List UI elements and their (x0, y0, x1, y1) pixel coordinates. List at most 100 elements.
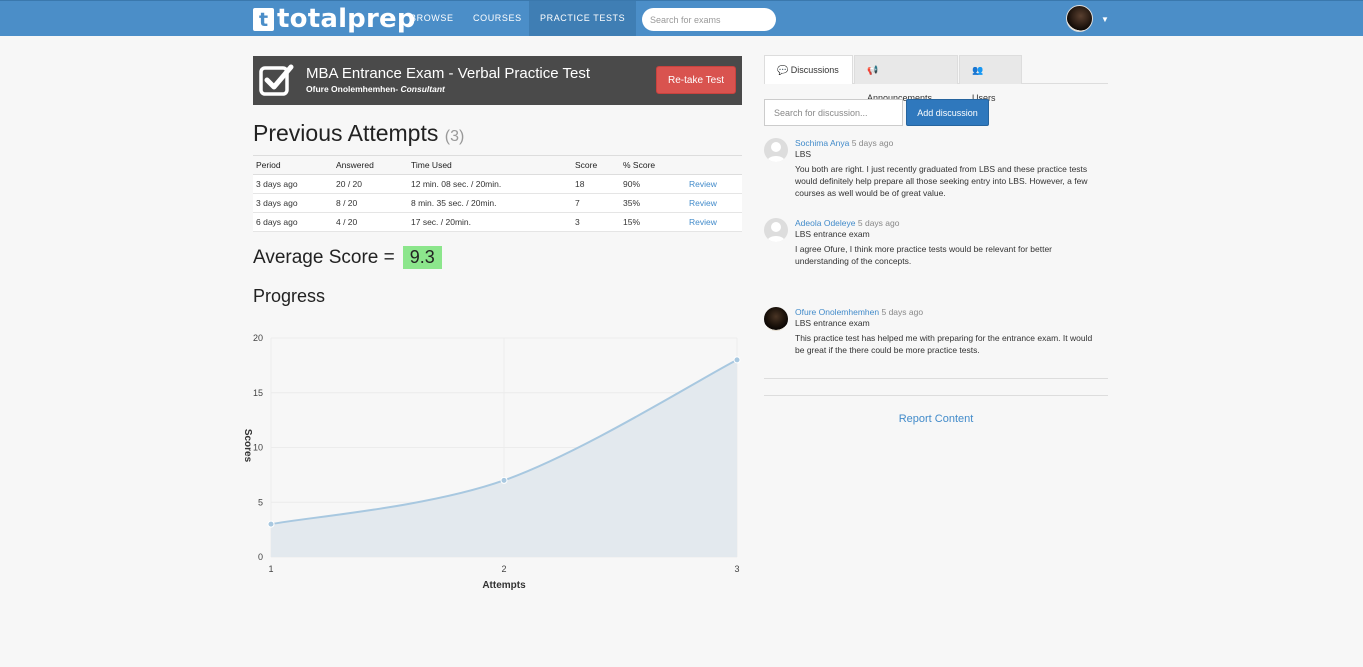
logo-icon: t (253, 8, 274, 31)
average-score: Average Score = 9.3 (253, 246, 442, 269)
post-subject[interactable]: LBS entrance exam (795, 229, 1101, 239)
divider (764, 395, 1108, 396)
progress-chart: 0 5 10 15 20 1 2 3 Attempts Scores (242, 333, 741, 591)
discussion-post: Adeola Odeleye 5 days ago LBS entrance e… (764, 218, 1108, 278)
comments-icon: 💬 (777, 65, 789, 75)
previous-attempts-title: Previous Attempts (3) (253, 120, 464, 147)
post-body: Adeola Odeleye 5 days ago LBS entrance e… (795, 218, 1101, 267)
post-body: Sochima Anya 5 days ago LBS You both are… (795, 138, 1101, 199)
tab-discussions[interactable]: 💬 Discussions (764, 55, 853, 84)
chevron-down-icon[interactable]: ▼ (1101, 15, 1109, 24)
logo-text: totalprep (277, 4, 416, 34)
cell-pct: 35% (620, 193, 686, 213)
post-subject[interactable]: LBS entrance exam (795, 318, 1101, 328)
checkbox-checked-icon (259, 64, 294, 96)
post-author[interactable]: Ofure Onolemhemhen (795, 307, 879, 317)
y-tick-label: 10 (253, 443, 263, 453)
divider (764, 378, 1108, 379)
cell-answered: 4 / 20 (333, 212, 408, 232)
attempts-table: Period Answered Time Used Score % Score … (253, 155, 742, 232)
cell-pct: 15% (620, 212, 686, 232)
col-actions (686, 155, 742, 175)
table-row: 6 days ago 4 / 20 17 sec. / 20min. 3 15%… (253, 212, 742, 232)
x-tick-label: 3 (734, 564, 739, 574)
col-pct-score: % Score (620, 155, 686, 175)
post-time: 5 days ago (851, 138, 894, 148)
x-tick-label: 2 (501, 564, 506, 574)
discussion-post: Ofure Onolemhemhen 5 days ago LBS entran… (764, 307, 1108, 367)
progress-title: Progress (253, 286, 326, 306)
avatar[interactable] (764, 307, 788, 331)
y-tick-label: 20 (253, 333, 263, 343)
data-point (500, 476, 508, 484)
cell-pct: 90% (620, 174, 686, 194)
cell-score: 18 (572, 174, 620, 194)
post-text: This practice test has helped me with pr… (795, 333, 1093, 355)
data-point (267, 520, 275, 528)
avatar[interactable] (764, 218, 788, 242)
report-content-link[interactable]: Report Content (764, 413, 1108, 425)
discussion-search-input[interactable] (764, 99, 903, 126)
cell-score: 3 (572, 212, 620, 232)
user-avatar[interactable] (1066, 5, 1093, 32)
x-axis-label: Attempts (482, 580, 526, 591)
cell-period: 3 days ago (253, 174, 333, 194)
add-discussion-button[interactable]: Add discussion (906, 99, 989, 126)
col-score: Score (572, 155, 620, 175)
user-placeholder-icon (767, 222, 785, 242)
col-answered: Answered (333, 155, 408, 175)
tab-announcements[interactable]: 📢 Announcements (854, 55, 958, 103)
cell-answered: 20 / 20 (333, 174, 408, 194)
cell-score: 7 (572, 193, 620, 213)
average-score-value: 9.3 (402, 246, 442, 269)
post-time: 5 days ago (857, 218, 900, 228)
cell-period: 6 days ago (253, 212, 333, 232)
avatar[interactable] (764, 138, 788, 162)
exam-author: Ofure Onolemhemhen (306, 84, 396, 94)
user-placeholder-icon (767, 142, 785, 162)
post-author[interactable]: Adeola Odeleye (795, 218, 856, 228)
exam-header: MBA Entrance Exam - Verbal Practice Test… (253, 56, 742, 105)
post-text: I agree Ofure, I think more practice tes… (795, 244, 1053, 266)
logo[interactable]: t totalprep (253, 4, 416, 34)
attempts-count: (3) (444, 128, 465, 145)
y-tick-label: 0 (258, 552, 263, 562)
exam-author-line: Ofure Onolemhemhen- Consultant (306, 84, 445, 94)
cell-time: 8 min. 35 sec. / 20min. (408, 193, 572, 213)
retake-test-button[interactable]: Re-take Test (656, 66, 736, 94)
exam-search-input[interactable] (642, 8, 776, 31)
post-subject[interactable]: LBS (795, 149, 1101, 159)
nav-courses[interactable]: COURSES (462, 1, 533, 36)
col-time-used: Time Used (408, 155, 572, 175)
nav-browse[interactable]: BROWSE (399, 1, 465, 36)
bullhorn-icon: 📢 (867, 65, 879, 75)
post-author[interactable]: Sochima Anya (795, 138, 849, 148)
users-icon: 👥 (972, 65, 984, 75)
y-tick-label: 15 (253, 388, 263, 398)
data-point (733, 356, 741, 364)
discussion-post: Sochima Anya 5 days ago LBS You both are… (764, 138, 1108, 208)
review-link[interactable]: Review (686, 174, 742, 194)
average-score-label: Average Score = (253, 246, 395, 268)
y-tick-label: 5 (258, 497, 263, 507)
y-axis-label: Scores (242, 429, 253, 463)
x-tick-label: 1 (268, 564, 273, 574)
discussion-tabs: 💬 Discussions 📢 Announcements 👥 Users (764, 55, 1108, 103)
table-row: 3 days ago 20 / 20 12 min. 08 sec. / 20m… (253, 174, 742, 194)
table-header-row: Period Answered Time Used Score % Score (253, 155, 742, 175)
post-text: You both are right. I just recently grad… (795, 164, 1088, 198)
top-navbar: t totalprep BROWSE COURSES PRACTICE TEST… (0, 0, 1363, 36)
tab-users[interactable]: 👥 Users (959, 55, 1022, 103)
exam-title: MBA Entrance Exam - Verbal Practice Test (306, 65, 591, 82)
review-link[interactable]: Review (686, 193, 742, 213)
post-time: 5 days ago (881, 307, 924, 317)
cell-time: 17 sec. / 20min. (408, 212, 572, 232)
review-link[interactable]: Review (686, 212, 742, 232)
cell-period: 3 days ago (253, 193, 333, 213)
tab-discussions-label: Discussions (790, 65, 839, 75)
cell-answered: 8 / 20 (333, 193, 408, 213)
nav-practice-tests[interactable]: PRACTICE TESTS (529, 1, 637, 36)
previous-attempts-label: Previous Attempts (253, 120, 439, 146)
exam-author-role: Consultant (400, 84, 445, 94)
table-row: 3 days ago 8 / 20 8 min. 35 sec. / 20min… (253, 193, 742, 213)
